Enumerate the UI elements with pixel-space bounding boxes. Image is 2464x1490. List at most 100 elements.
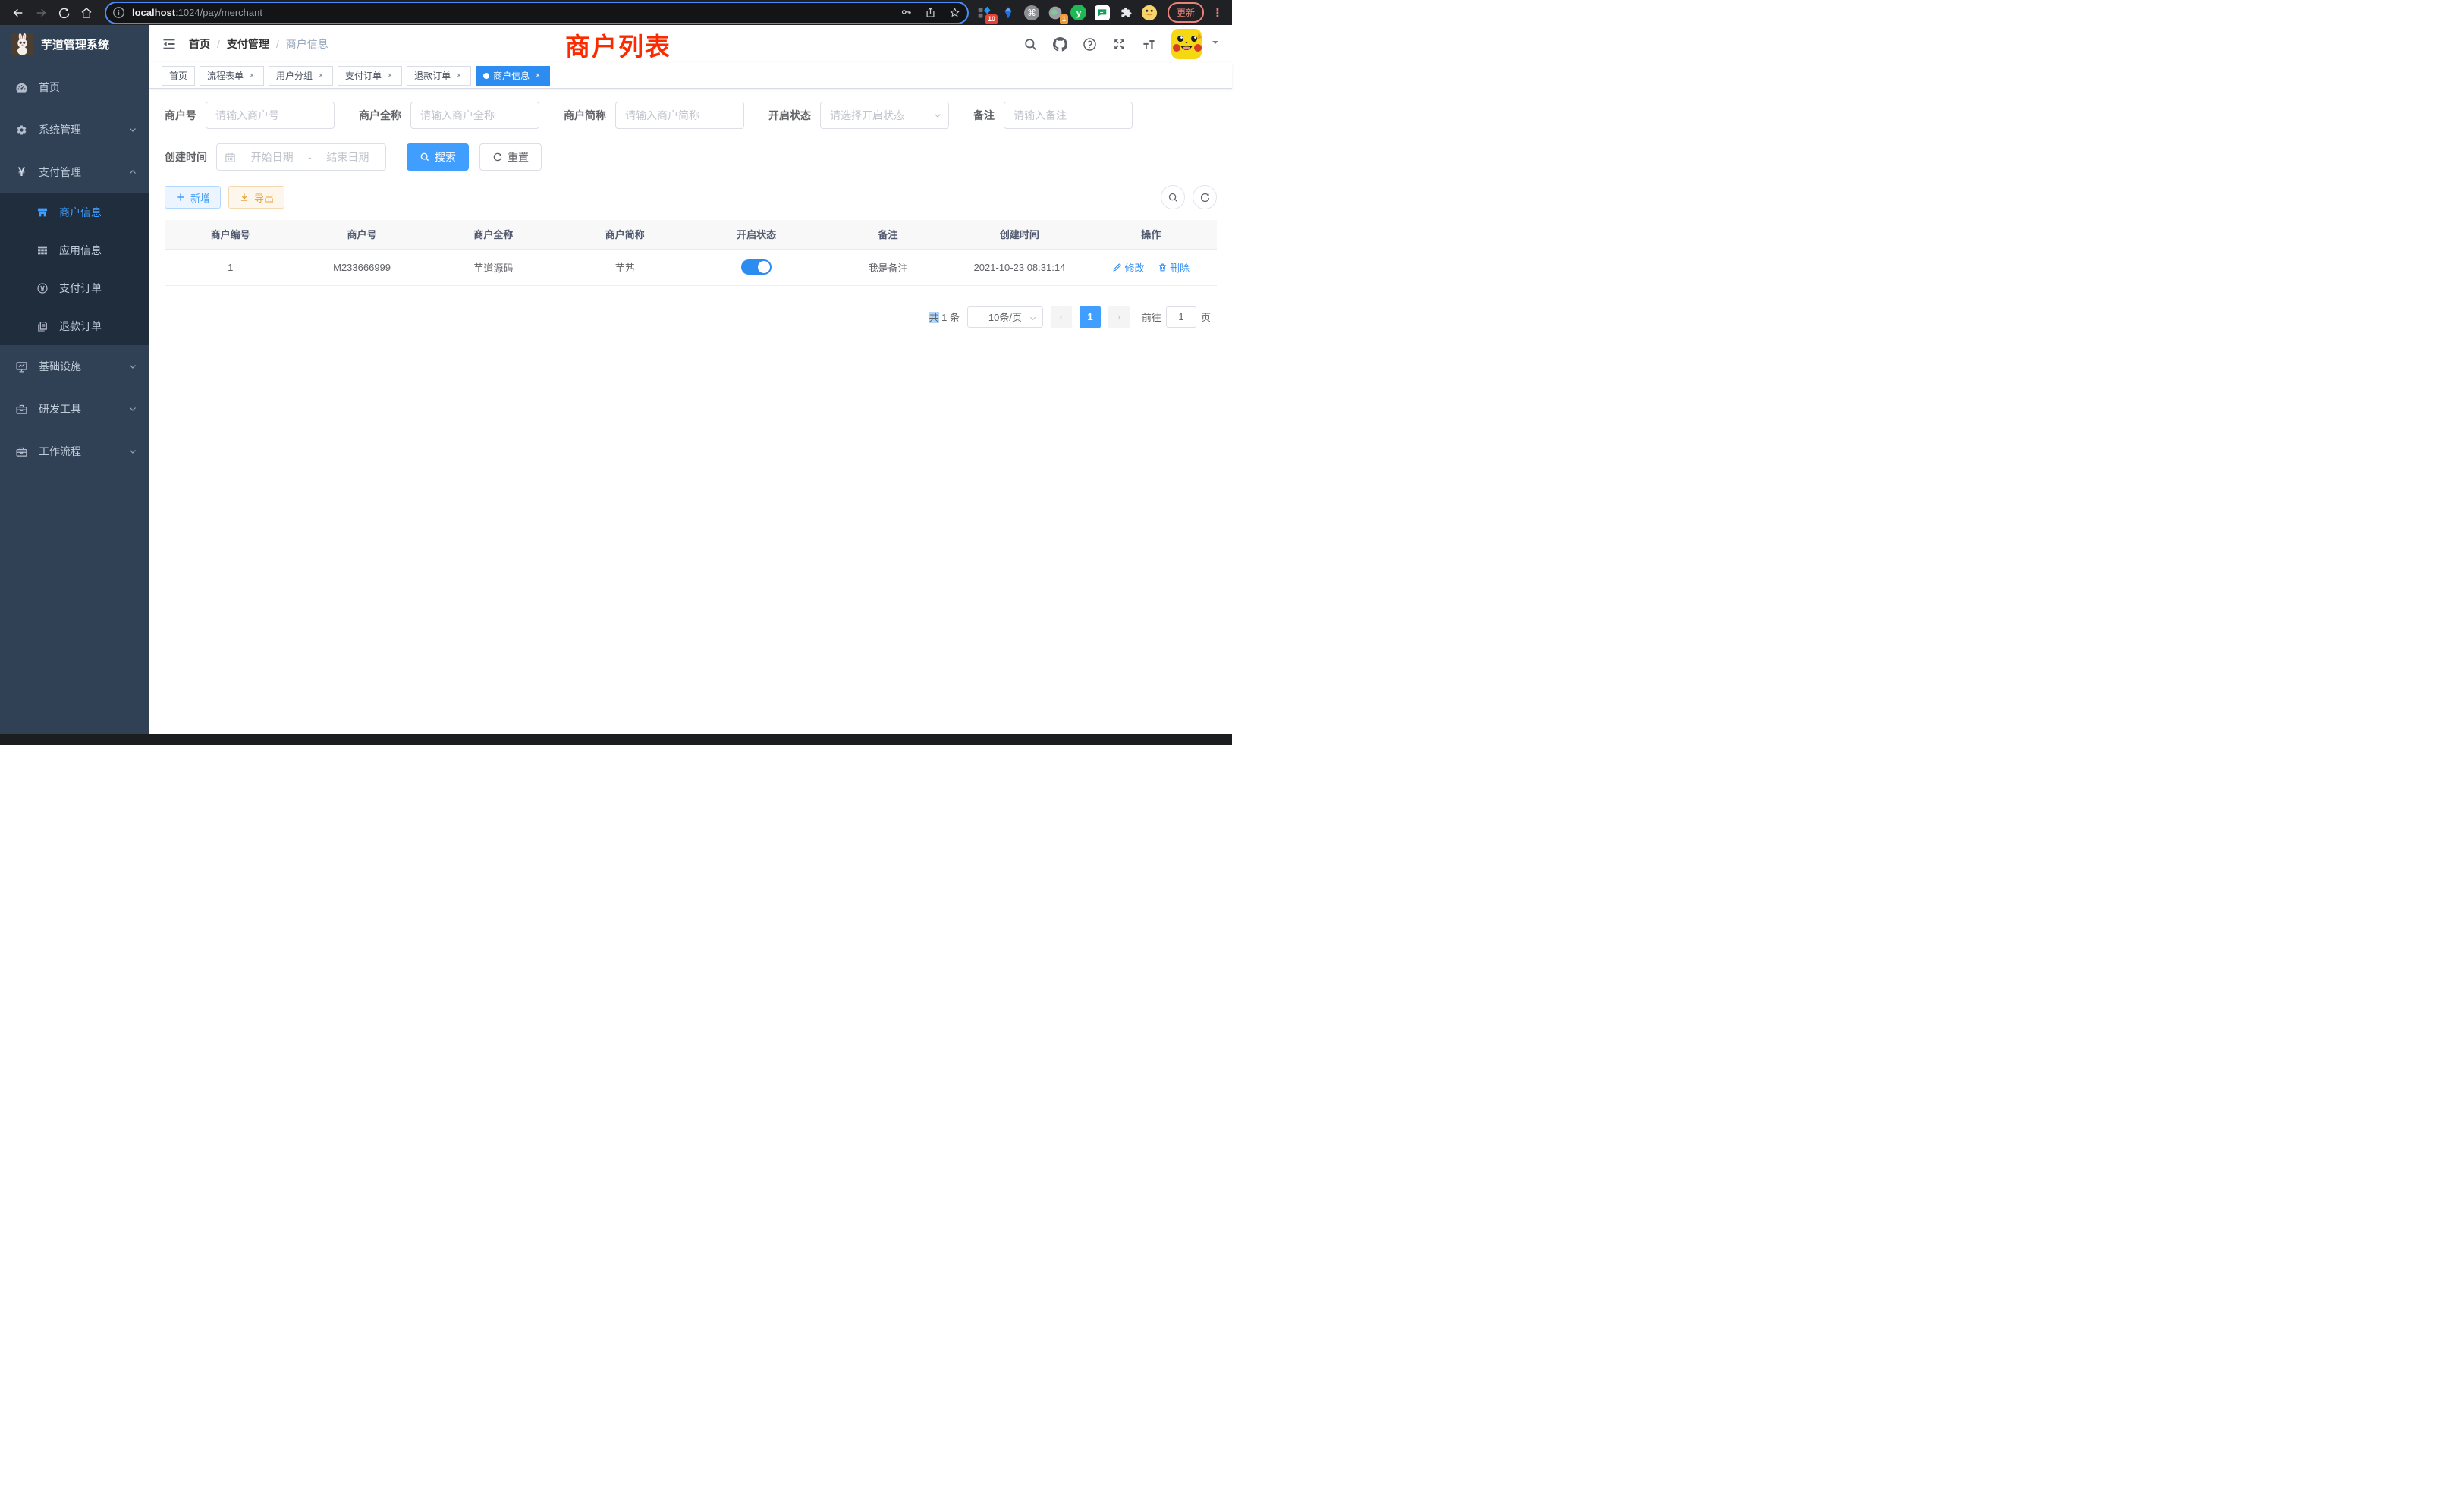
tab-label: 退款订单 [414, 69, 451, 82]
status-select[interactable] [820, 102, 949, 129]
page-1-button[interactable]: 1 [1080, 306, 1101, 328]
address-bar[interactable]: localhost:1024/pay/merchant [106, 3, 967, 23]
tab-refund-order[interactable]: 退款订单 × [407, 66, 471, 86]
tab-close-icon[interactable]: × [247, 71, 256, 80]
col-actions: 操作 [1086, 220, 1217, 249]
cell-remark: 我是备注 [822, 249, 954, 285]
sidebar-item-label: 商户信息 [59, 205, 102, 220]
filter-create-time: 创建时间 开始日期 - 结束日期 [165, 143, 386, 171]
font-size-icon[interactable] [1142, 37, 1156, 52]
profile-avatar-icon[interactable] [1141, 5, 1158, 21]
sidebar-item-label: 系统管理 [39, 122, 118, 137]
chevron-down-icon [128, 447, 137, 456]
next-page-button[interactable]: › [1108, 306, 1130, 328]
search-button-label: 搜索 [435, 149, 456, 165]
chrome-update-button[interactable]: 更新 [1168, 2, 1204, 23]
header-search-icon[interactable] [1023, 37, 1038, 52]
sidebar-item-payment[interactable]: ¥ 支付管理 [0, 151, 149, 193]
breadcrumb-home[interactable]: 首页 [189, 36, 210, 52]
window-bottom-edge [0, 734, 1232, 745]
extension-youdao-icon[interactable]: y [1070, 5, 1087, 21]
tab-pay-order[interactable]: 支付订单 × [338, 66, 402, 86]
remark-input[interactable] [1004, 102, 1133, 129]
col-merchant-id: 商户编号 [165, 220, 296, 249]
user-avatar[interactable] [1171, 29, 1202, 59]
edit-link[interactable]: 修改 [1112, 260, 1144, 275]
sidebar-item-dev-tools[interactable]: 研发工具 [0, 388, 149, 430]
tab-user-group[interactable]: 用户分组 × [269, 66, 333, 86]
sidebar-item-pay-order[interactable]: 支付订单 [0, 269, 149, 307]
date-range-picker[interactable]: 开始日期 - 结束日期 [216, 143, 386, 171]
browser-back-button[interactable] [8, 2, 29, 24]
merchant-no-input[interactable] [206, 102, 335, 129]
tab-close-icon[interactable]: × [316, 71, 325, 80]
app-title: 芋道管理系统 [41, 36, 109, 52]
prev-page-button[interactable]: ‹ [1051, 306, 1072, 328]
tab-home[interactable]: 首页 [162, 66, 195, 86]
filter-label: 商户简称 [564, 108, 606, 123]
goto-page-input[interactable] [1166, 306, 1196, 328]
add-button[interactable]: 新增 [165, 186, 221, 209]
extensions-puzzle-icon[interactable] [1117, 5, 1134, 21]
export-button[interactable]: 导出 [228, 186, 284, 209]
extension-command-icon[interactable]: ⌘ [1023, 5, 1040, 21]
tab-label: 流程表单 [207, 69, 244, 82]
merchant-table: 商户编号 商户号 商户全称 商户简称 开启状态 备注 创建时间 操作 1 M23… [165, 220, 1217, 286]
reload-icon [58, 7, 70, 19]
search-button[interactable]: 搜索 [407, 143, 469, 171]
filter-row-2: 创建时间 开始日期 - 结束日期 搜索 重置 [165, 143, 1217, 171]
tab-merchant-info[interactable]: 商户信息 × [476, 66, 550, 86]
bookmark-star-icon[interactable] [946, 5, 964, 21]
avatar-caret-down-icon[interactable] [1211, 37, 1220, 51]
full-name-input[interactable] [410, 102, 539, 129]
breadcrumb-payment[interactable]: 支付管理 [227, 36, 269, 52]
delete-link[interactable]: 删除 [1158, 260, 1190, 275]
sidebar-item-app-info[interactable]: 应用信息 [0, 231, 149, 269]
total-prefix: 共 [929, 312, 938, 323]
url-path: :1024/pay/merchant [175, 7, 262, 18]
browser-home-button[interactable] [76, 2, 97, 24]
browser-forward-button[interactable] [30, 2, 52, 24]
edit-pencil-icon [1112, 262, 1122, 272]
short-name-input[interactable] [615, 102, 744, 129]
documents-icon [36, 320, 49, 332]
sidebar-item-system[interactable]: 系统管理 [0, 108, 149, 151]
filter-label: 商户全称 [359, 108, 401, 123]
extension-gem-icon[interactable] [1000, 5, 1017, 21]
refresh-table-button[interactable] [1193, 185, 1217, 209]
password-key-icon[interactable] [897, 5, 916, 21]
help-icon[interactable] [1083, 37, 1097, 52]
sidebar-item-refund-order[interactable]: 退款订单 [0, 307, 149, 345]
tab-close-icon[interactable]: × [454, 71, 464, 80]
share-icon[interactable] [922, 5, 940, 21]
page-info-icon[interactable] [111, 5, 126, 20]
github-icon[interactable] [1053, 37, 1067, 52]
extension-grid-diamond-icon[interactable]: 10 [976, 5, 993, 21]
sidebar-item-label: 支付订单 [59, 281, 102, 296]
tab-close-icon[interactable]: × [533, 71, 542, 80]
filter-status: 开启状态 [768, 102, 949, 129]
sidebar-item-label: 支付管理 [39, 165, 118, 180]
add-button-label: 新增 [190, 190, 210, 205]
sidebar-item-home[interactable]: 首页 [0, 66, 149, 108]
extension-recorder-icon[interactable]: 1 [1047, 5, 1064, 21]
toggle-search-button[interactable] [1161, 185, 1185, 209]
sidebar-logo[interactable]: 芋道管理系统 [0, 25, 149, 63]
sidebar-collapse-icon[interactable] [162, 36, 177, 52]
cell-merchant-no: M233666999 [296, 249, 427, 285]
browser-menu-icon[interactable]: ⋮ [1211, 6, 1224, 20]
sidebar-item-label: 首页 [39, 80, 137, 95]
fullscreen-icon[interactable] [1112, 37, 1127, 52]
chevron-down-icon [1029, 314, 1037, 322]
page-size-select[interactable]: 10条/页 [967, 306, 1043, 328]
status-toggle[interactable] [741, 259, 772, 275]
tab-process-form[interactable]: 流程表单 × [200, 66, 264, 86]
sidebar-item-infrastructure[interactable]: 基础设施 [0, 345, 149, 388]
sidebar-item-merchant-info[interactable]: 商户信息 [0, 193, 149, 231]
reset-button[interactable]: 重置 [479, 143, 542, 171]
tab-close-icon[interactable]: × [385, 71, 394, 80]
browser-reload-button[interactable] [53, 2, 74, 24]
search-icon [1168, 192, 1179, 203]
sidebar-item-workflow[interactable]: 工作流程 [0, 430, 149, 473]
extension-chat-icon[interactable] [1094, 5, 1111, 21]
